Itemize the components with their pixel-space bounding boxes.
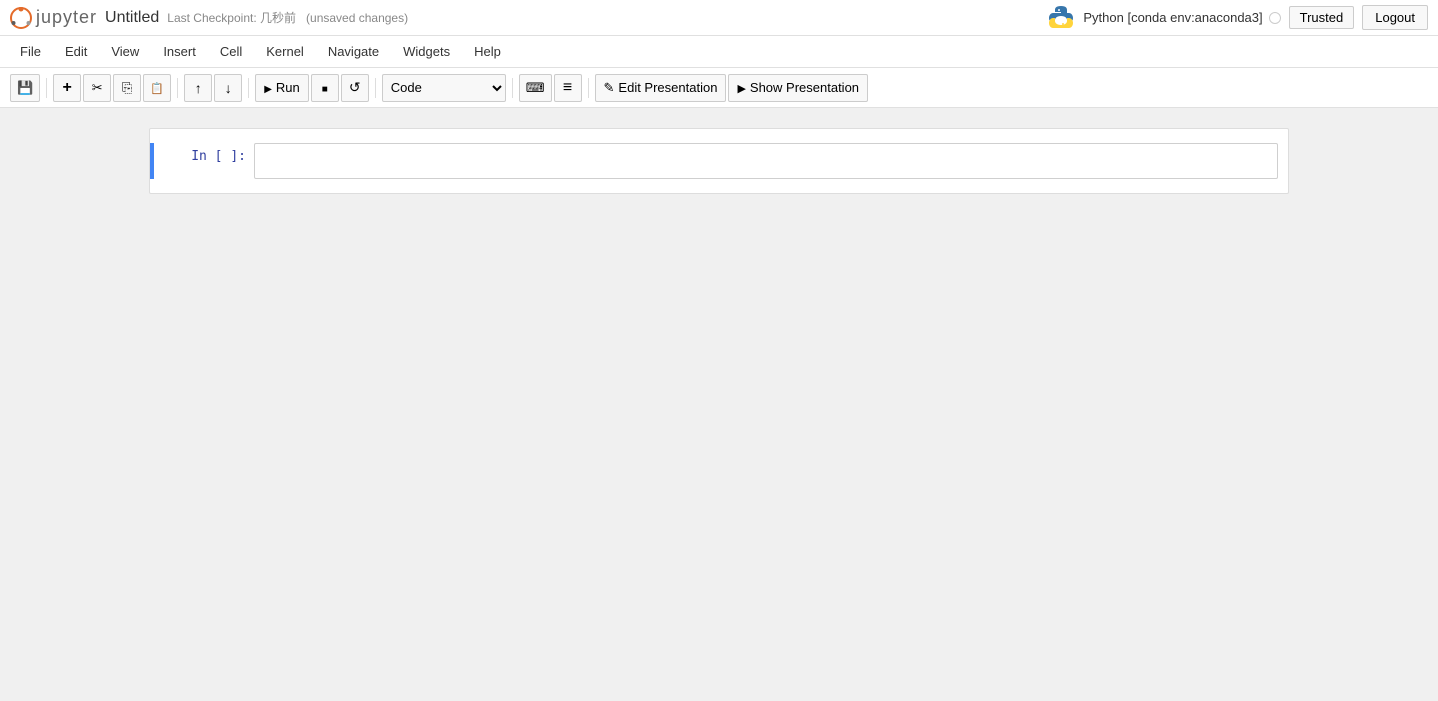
- checkpoint-info: Last Checkpoint: 几秒前 (unsaved changes): [167, 9, 408, 26]
- plus-icon: [63, 79, 72, 97]
- kernel-status-indicator: [1269, 12, 1281, 24]
- toolbar-sep-2: [177, 78, 178, 98]
- play-icon: [737, 80, 745, 95]
- jupyter-brand-text: jupyter: [36, 7, 97, 28]
- menu-file[interactable]: File: [10, 40, 51, 63]
- stop-icon: [322, 80, 328, 95]
- paste-cell-button[interactable]: [143, 74, 171, 102]
- run-button[interactable]: Run: [255, 74, 309, 102]
- cell-input[interactable]: [254, 143, 1278, 179]
- kernel-info: Python [conda env:anaconda3]: [1083, 10, 1280, 25]
- save-icon: [17, 80, 33, 96]
- copy-icon: [122, 80, 132, 96]
- menubar: File Edit View Insert Cell Kernel Naviga…: [0, 36, 1438, 68]
- menu-insert[interactable]: Insert: [153, 40, 206, 63]
- cell-type-select[interactable]: Code Markdown Raw NBConvert Heading: [382, 74, 506, 102]
- cell-prompt: In [ ]:: [154, 143, 254, 164]
- stop-button[interactable]: [311, 74, 339, 102]
- move-up-button[interactable]: [184, 74, 212, 102]
- jupyter-logo-icon: [10, 7, 32, 29]
- menu-edit[interactable]: Edit: [55, 40, 97, 63]
- show-presentation-button[interactable]: Show Presentation: [728, 74, 868, 102]
- arrow-down-icon: [225, 80, 232, 96]
- list-button[interactable]: [554, 74, 582, 102]
- toolbar-sep-4: [375, 78, 376, 98]
- main-content: In [ ]:: [0, 108, 1438, 701]
- menu-view[interactable]: View: [101, 40, 149, 63]
- notebook: In [ ]:: [149, 128, 1289, 194]
- list-icon: [563, 79, 572, 97]
- cell-wrapper: [254, 143, 1278, 179]
- cut-cell-button[interactable]: [83, 74, 111, 102]
- menu-navigate[interactable]: Navigate: [318, 40, 389, 63]
- menu-kernel[interactable]: Kernel: [256, 40, 314, 63]
- edit-icon: [604, 80, 615, 96]
- logout-button[interactable]: Logout: [1362, 5, 1428, 30]
- restart-icon: [349, 79, 361, 96]
- edit-presentation-button[interactable]: Edit Presentation: [595, 74, 727, 102]
- header-right: Python [conda env:anaconda3] Trusted Log…: [1047, 4, 1428, 32]
- jupyter-logo: jupyter: [10, 7, 97, 29]
- arrow-up-icon: [195, 80, 202, 96]
- header-left: jupyter Untitled Last Checkpoint: 几秒前 (u…: [10, 7, 408, 29]
- keyboard-icon: [526, 80, 545, 96]
- scissors-icon: [92, 80, 103, 96]
- toolbar-sep-6: [588, 78, 589, 98]
- toolbar-sep-3: [248, 78, 249, 98]
- toolbar: Run Code Markdown Raw NBConvert Heading …: [0, 68, 1438, 108]
- save-button[interactable]: [10, 74, 40, 102]
- menu-widgets[interactable]: Widgets: [393, 40, 460, 63]
- run-icon: [264, 80, 272, 95]
- keyboard-button[interactable]: [519, 74, 552, 102]
- header: jupyter Untitled Last Checkpoint: 几秒前 (u…: [0, 0, 1438, 36]
- menu-cell[interactable]: Cell: [210, 40, 252, 63]
- menu-help[interactable]: Help: [464, 40, 511, 63]
- move-down-button[interactable]: [214, 74, 242, 102]
- add-cell-button[interactable]: [53, 74, 81, 102]
- copy-cell-button[interactable]: [113, 74, 141, 102]
- cell-1: In [ ]:: [150, 139, 1288, 183]
- trusted-button[interactable]: Trusted: [1289, 6, 1355, 29]
- restart-button[interactable]: [341, 74, 369, 102]
- toolbar-sep-1: [46, 78, 47, 98]
- notebook-title[interactable]: Untitled: [105, 9, 159, 27]
- toolbar-sep-5: [512, 78, 513, 98]
- paste-icon: [150, 80, 164, 95]
- python-logo-icon: [1047, 4, 1075, 32]
